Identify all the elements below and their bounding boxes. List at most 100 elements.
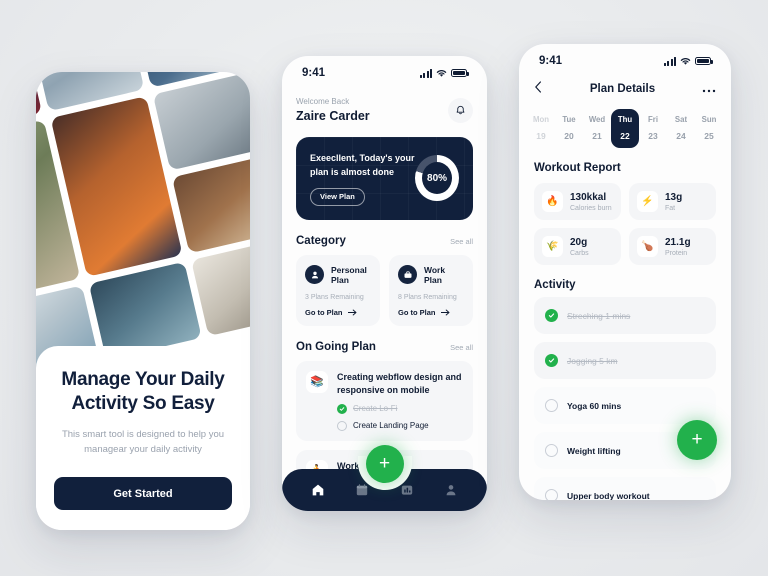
activity-row[interactable]: Yoga 60 mins [534, 387, 716, 424]
chevron-left-icon [535, 81, 541, 93]
stat-label: Calories burn [570, 204, 612, 212]
day-name: Thu [617, 115, 633, 124]
day-item[interactable]: Fri 23 [639, 109, 667, 148]
get-started-button[interactable]: Get Started [54, 477, 232, 510]
fire-icon: 🔥 [542, 191, 563, 212]
nav-profile-icon[interactable] [443, 482, 459, 498]
stat-label: Carbs [570, 249, 589, 257]
phone-plan-details: 9:41 Plan Details Mon 19 Tue 20 Wed 21 T… [519, 44, 731, 500]
day-number: 21 [592, 131, 602, 141]
chicken-icon: 🍗 [637, 236, 658, 257]
status-time: 9:41 [302, 67, 326, 79]
activity-label: Yoga 60 mins [567, 400, 622, 411]
day-number: 22 [620, 131, 630, 141]
user-name: Zaire Carder [296, 109, 370, 123]
category-remaining: 8 Plans Remaining [398, 293, 457, 301]
activity-row[interactable]: Streching 1 mins [534, 297, 716, 334]
stat-label: Fat [665, 204, 676, 212]
nav-home-icon[interactable] [310, 482, 326, 498]
category-remaining: 3 Plans Remaining [305, 293, 364, 301]
checkbox-empty-icon[interactable] [545, 444, 558, 457]
ongoing-see-all[interactable]: See all [450, 343, 473, 352]
day-name: Fri [648, 115, 658, 124]
progress-value: 80% [427, 172, 448, 184]
activity-label: Weight lifting [567, 445, 621, 456]
day-selector: Mon 19 Tue 20 Wed 21 Thu 22 Fri 23 Sat 2… [525, 109, 725, 148]
go-to-plan-label: Go to Plan [305, 307, 343, 317]
day-name: Wed [588, 115, 606, 124]
plan-title: Creating webflow design and responsive o… [337, 371, 462, 395]
banner-text: Exeecllent, Today's your plan is almost … [310, 153, 415, 178]
briefcase-icon [398, 265, 417, 285]
collage-photo [191, 238, 250, 337]
activity-label: Streching 1 mins [567, 310, 631, 321]
report-title: Workout Report [534, 162, 621, 174]
collage-photo [171, 155, 250, 254]
go-to-plan-label: Go to Plan [398, 307, 436, 317]
day-number: 24 [676, 131, 686, 141]
page-title: Plan Details [589, 82, 656, 95]
category-card-work[interactable]: Work Plan 8 Plans Remaining Go to Plan [389, 254, 473, 326]
plan-task-label: Create Landing Page [353, 421, 429, 431]
phone-onboarding: Manage Your Daily Activity So Easy This … [36, 72, 250, 530]
day-name: Sun [701, 115, 717, 124]
onboarding-subtitle: This smart tool is designed to help you … [61, 428, 225, 456]
notification-button[interactable] [448, 97, 473, 123]
progress-banner: Exeecllent, Today's your plan is almost … [296, 137, 473, 220]
go-to-plan-button[interactable]: Go to Plan [305, 308, 371, 317]
category-name: Work Plan [424, 264, 446, 285]
nav-calendar-icon[interactable] [354, 482, 370, 498]
day-number: 19 [536, 131, 546, 141]
wifi-icon [680, 57, 691, 65]
day-number: 20 [564, 131, 574, 141]
checkbox-empty-icon [337, 420, 347, 431]
stat-value: 13g [665, 191, 683, 203]
more-horizontal-icon [702, 89, 716, 92]
plan-card[interactable]: 📚 Creating webflow design and responsive… [296, 360, 473, 441]
day-item[interactable]: Mon 19 [527, 109, 555, 148]
lightning-icon: ⚡ [637, 191, 658, 212]
arrow-right-icon [347, 309, 356, 316]
add-activity-button[interactable]: + [677, 420, 717, 460]
activity-label: Upper body workout [567, 490, 650, 501]
activity-row[interactable]: Jogging 5 km [534, 342, 716, 379]
phone-home: 9:41 Welcome Back Zaire Carder Exeecllen [282, 56, 487, 511]
app-bar: Plan Details [534, 81, 716, 96]
day-item-selected[interactable]: Thu 22 [611, 109, 639, 148]
onboarding-card: Manage Your Daily Activity So Easy This … [36, 346, 250, 530]
stat-grid: 🔥 130kkal Calories burn ⚡ 13g Fat 🌾 20g … [534, 183, 716, 265]
nav-chart-icon[interactable] [399, 482, 415, 498]
back-button[interactable] [534, 81, 543, 96]
welcome-label: Welcome Back [296, 97, 350, 106]
screenshot-stage: Manage Your Daily Activity So Easy This … [0, 0, 768, 576]
day-item[interactable]: Tue 20 [555, 109, 583, 148]
check-icon [545, 354, 558, 367]
checkbox-empty-icon[interactable] [545, 399, 558, 412]
day-item[interactable]: Wed 21 [583, 109, 611, 148]
view-plan-button[interactable]: View Plan [310, 187, 365, 206]
plan-task[interactable]: Create Landing Page [337, 420, 463, 431]
day-item[interactable]: Sun 25 [695, 109, 723, 148]
bell-icon [456, 105, 465, 114]
plan-task[interactable]: Create Lo-Fi [337, 403, 463, 414]
day-name: Sat [674, 115, 688, 124]
category-see-all[interactable]: See all [450, 237, 473, 246]
activity-title: Activity [534, 279, 576, 291]
plan-task-label: Create Lo-Fi [353, 404, 398, 414]
add-button[interactable]: + [365, 445, 404, 483]
report-header: Workout Report [534, 162, 716, 174]
checkbox-empty-icon[interactable] [545, 489, 558, 500]
stat-value: 21.1g [665, 236, 691, 248]
check-icon [545, 309, 558, 322]
day-item[interactable]: Sat 24 [667, 109, 695, 148]
battery-icon [695, 56, 713, 66]
day-number: 23 [648, 131, 658, 141]
collage-photo [152, 72, 250, 171]
ongoing-header: On Going Plan See all [296, 341, 473, 353]
activity-row[interactable]: Upper body workout [534, 477, 716, 500]
stat-label: Protein [665, 249, 688, 257]
go-to-plan-button[interactable]: Go to Plan [398, 308, 464, 317]
wifi-icon [436, 69, 447, 77]
category-card-personal[interactable]: Personal Plan 3 Plans Remaining Go to Pl… [296, 254, 380, 326]
more-options-button[interactable] [702, 85, 716, 93]
